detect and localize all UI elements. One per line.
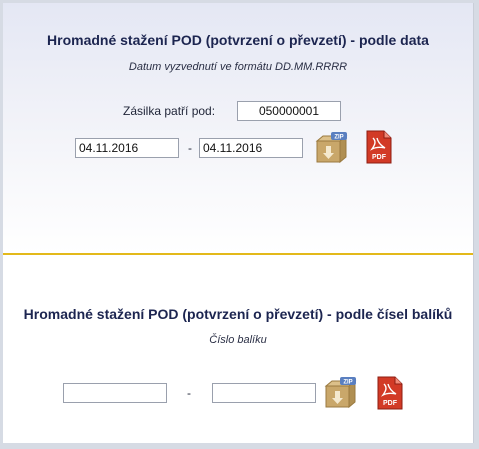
pdf-badge-text: PDF	[383, 400, 398, 407]
zip-download-icon[interactable]: ZIP	[314, 132, 348, 166]
by-date-title: Hromadné stažení POD (potvrzení o převze…	[47, 32, 429, 48]
section-divider	[3, 253, 473, 255]
by-date-subtitle: Datum vyzvednutí ve formátu DD.MM.RRRR	[128, 61, 348, 73]
parcel-range-separator: -	[187, 386, 191, 400]
shipment-number-input[interactable]	[237, 101, 341, 121]
zip-download-icon[interactable]: ZIP	[323, 377, 357, 411]
shipment-label: Zásilka patří pod:	[123, 104, 216, 118]
pod-download-panel: Hromadné stažení POD (potvrzení o převze…	[3, 3, 474, 443]
pdf-download-icon[interactable]: PDF	[365, 130, 393, 164]
date-range-separator: -	[188, 141, 192, 155]
by-parcel-subtitle: Číslo balíku	[209, 334, 267, 346]
date-to-input[interactable]	[199, 138, 303, 158]
by-date-section: Hromadné stažení POD (potvrzení o převze…	[3, 3, 473, 253]
zip-badge-text: ZIP	[334, 134, 343, 140]
pdf-download-icon[interactable]: PDF	[376, 376, 404, 410]
parcel-to-input[interactable]	[212, 383, 316, 403]
zip-badge-text: ZIP	[343, 379, 352, 385]
parcel-from-input[interactable]	[63, 383, 167, 403]
pdf-badge-text: PDF	[372, 154, 387, 161]
date-from-input[interactable]	[75, 138, 179, 158]
by-parcel-title: Hromadné stažení POD (potvrzení o převze…	[23, 306, 453, 322]
